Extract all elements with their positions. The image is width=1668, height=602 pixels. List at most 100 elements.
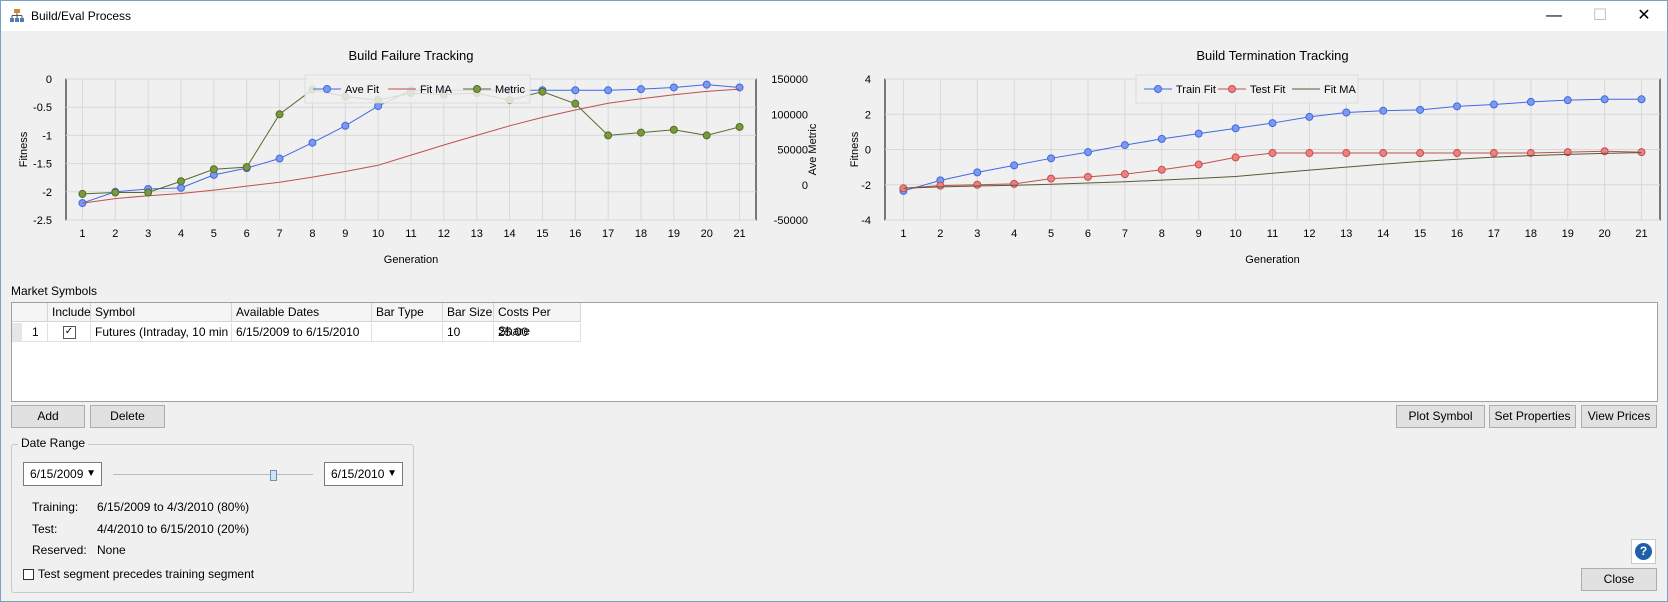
data-point bbox=[209, 165, 218, 174]
chevron-down-icon[interactable]: ▼ bbox=[86, 463, 96, 485]
data-point bbox=[1416, 149, 1425, 158]
date-range-slider-track[interactable] bbox=[113, 474, 313, 475]
data-point bbox=[1342, 108, 1351, 117]
column-header-bar-size[interactable]: Bar Size bbox=[443, 303, 494, 322]
market-symbols-grid[interactable]: Include Symbol Available Dates Bar Type … bbox=[11, 302, 1658, 402]
maximize-button[interactable]: ☐ bbox=[1577, 1, 1623, 31]
data-point bbox=[78, 189, 87, 198]
include-checkbox[interactable]: ✓ bbox=[62, 326, 76, 340]
legend-swatch-marker bbox=[323, 85, 331, 93]
chart-title: Build Failure Tracking bbox=[349, 48, 474, 63]
x-tick-label: 13 bbox=[471, 228, 483, 240]
data-point bbox=[1453, 149, 1462, 158]
data-point bbox=[1637, 95, 1646, 104]
test-precedes-label[interactable]: Test segment precedes training segment bbox=[38, 567, 254, 581]
y2-axis-label: Ave Metric bbox=[807, 123, 819, 175]
column-header-rownum[interactable] bbox=[12, 303, 48, 322]
column-header-symbol[interactable]: Symbol bbox=[91, 303, 232, 322]
y-tick-label: -2 bbox=[861, 180, 871, 192]
x-tick-label: 21 bbox=[1635, 228, 1647, 240]
bar-size-cell[interactable]: 10 bbox=[443, 323, 494, 342]
data-point bbox=[702, 80, 711, 89]
delete-button[interactable]: Delete bbox=[90, 405, 165, 428]
data-point bbox=[973, 168, 982, 177]
x-tick-label: 9 bbox=[1196, 228, 1202, 240]
column-header-bar-type[interactable]: Bar Type bbox=[372, 303, 443, 322]
data-point bbox=[1010, 179, 1019, 188]
help-button[interactable]: ? bbox=[1631, 539, 1656, 564]
data-point bbox=[735, 122, 744, 131]
plot-symbol-button[interactable]: Plot Symbol bbox=[1396, 405, 1485, 428]
y-tick-label: -0.5 bbox=[33, 102, 52, 114]
data-point bbox=[341, 121, 350, 130]
close-window-button[interactable]: ✕ bbox=[1621, 1, 1667, 31]
y2-tick-label: 0 bbox=[802, 180, 808, 192]
market-symbols-label: Market Symbols bbox=[11, 284, 98, 298]
start-date-value: 6/15/2009 bbox=[30, 467, 84, 481]
data-point bbox=[604, 86, 613, 95]
x-axis-label: Generation bbox=[1245, 254, 1299, 266]
x-tick-label: 19 bbox=[1562, 228, 1574, 240]
data-point bbox=[669, 125, 678, 134]
x-tick-label: 3 bbox=[145, 228, 151, 240]
minimize-button[interactable]: — bbox=[1531, 1, 1577, 31]
data-point bbox=[604, 131, 613, 140]
test-precedes-checkbox[interactable] bbox=[23, 569, 34, 580]
x-tick-label: 1 bbox=[900, 228, 906, 240]
x-tick-label: 9 bbox=[342, 228, 348, 240]
build-termination-chart: Build Termination Tracking 1 2 3 4 5 6 7 8 9 10 11 1… bbox=[830, 42, 1668, 272]
data-point bbox=[1489, 149, 1498, 158]
y-axis-label: Fitness bbox=[849, 131, 861, 167]
data-point bbox=[1637, 148, 1646, 157]
data-point bbox=[1120, 170, 1129, 179]
x-tick-label: 17 bbox=[1488, 228, 1500, 240]
set-properties-button[interactable]: Set Properties bbox=[1489, 405, 1576, 428]
training-label: Training: bbox=[32, 500, 79, 514]
table-row[interactable]: 1 bbox=[12, 323, 48, 342]
x-tick-label: 19 bbox=[668, 228, 680, 240]
data-point bbox=[637, 85, 645, 94]
date-range-slider-thumb[interactable] bbox=[270, 470, 277, 481]
y-tick-label: 0 bbox=[865, 145, 871, 157]
data-point bbox=[1526, 97, 1535, 106]
column-header-available-dates[interactable]: Available Dates bbox=[232, 303, 372, 322]
bar-type-cell[interactable] bbox=[372, 323, 443, 342]
x-tick-label: 16 bbox=[1451, 228, 1463, 240]
training-value: 6/15/2009 to 4/3/2010 (80%) bbox=[97, 500, 250, 514]
data-point bbox=[1416, 105, 1425, 114]
data-point bbox=[1489, 100, 1498, 109]
x-tick-label: 5 bbox=[1048, 228, 1054, 240]
data-point bbox=[1453, 102, 1462, 111]
data-point bbox=[1047, 154, 1056, 163]
data-point bbox=[1305, 149, 1314, 158]
column-header-costs[interactable]: Costs Per Share bbox=[494, 303, 581, 338]
build-termination-chart-svg: Build Termination Tracking1 2 3 4 5 6 7 8 9 10 11 1… bbox=[849, 48, 1661, 266]
data-point bbox=[538, 87, 547, 96]
close-button[interactable]: Close bbox=[1581, 568, 1657, 591]
add-button[interactable]: Add bbox=[11, 405, 85, 428]
symbol-cell[interactable]: Futures (Intraday, 10 min b... bbox=[91, 323, 232, 342]
data-point bbox=[1010, 161, 1019, 170]
start-date-picker[interactable]: 6/15/2009 ▼ bbox=[23, 462, 102, 486]
chevron-down-icon[interactable]: ▼ bbox=[387, 463, 397, 485]
x-tick-label: 12 bbox=[438, 228, 450, 240]
data-point bbox=[735, 83, 744, 92]
x-tick-label: 20 bbox=[1599, 228, 1611, 240]
x-tick-label: 18 bbox=[1525, 228, 1537, 240]
costs-cell[interactable]: 25.00 bbox=[494, 323, 581, 342]
dates-cell[interactable]: 6/15/2009 to 6/15/2010 bbox=[232, 323, 372, 342]
data-point bbox=[275, 154, 284, 163]
data-point bbox=[308, 138, 317, 147]
data-point bbox=[973, 180, 982, 189]
column-header-include[interactable]: Include bbox=[48, 303, 91, 322]
end-date-picker[interactable]: 6/15/2010 ▼ bbox=[324, 462, 403, 486]
reserved-label: Reserved: bbox=[32, 543, 87, 557]
data-point bbox=[242, 163, 251, 172]
x-tick-label: 7 bbox=[1122, 228, 1128, 240]
include-cell[interactable]: ✓ bbox=[48, 323, 91, 342]
x-tick-label: 14 bbox=[1377, 228, 1389, 240]
data-point bbox=[1047, 174, 1056, 183]
legend-swatch-marker bbox=[1154, 85, 1162, 93]
x-tick-label: 20 bbox=[701, 228, 713, 240]
view-prices-button[interactable]: View Prices bbox=[1581, 405, 1657, 428]
